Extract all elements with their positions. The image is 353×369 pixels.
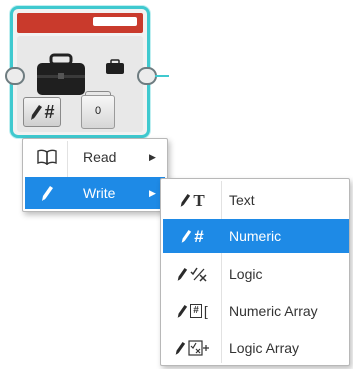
pencil-icon	[31, 105, 43, 120]
submenu-item-label: Logic	[229, 266, 263, 282]
menu-item-write[interactable]: Write ▶	[25, 177, 165, 209]
menu-item-label: Read	[83, 149, 117, 165]
submenu-arrow-icon: ▶	[149, 151, 156, 162]
block-header-stripe	[93, 17, 137, 26]
submenu-item-numeric[interactable]: # Numeric	[163, 219, 349, 253]
submenu-item-numeric-array[interactable]: # [ Numeric Array	[163, 294, 349, 328]
submenu-item-logic[interactable]: Logic	[163, 257, 349, 291]
submenu-item-label: Text	[229, 192, 255, 208]
menu-item-label: Write	[83, 185, 116, 201]
submenu-item-label: Numeric Array	[229, 303, 318, 319]
submenu-item-text[interactable]: T Text	[163, 183, 349, 217]
block-header-bar	[17, 13, 143, 33]
numeric-hash-icon: #	[163, 228, 221, 245]
text-T-icon: T	[163, 192, 221, 209]
write-submenu: T Text # Numeric Logic # [ Numeric Array	[160, 178, 350, 366]
mode-menu: Read ▶ Write ▶	[22, 138, 168, 212]
input-plug[interactable]	[5, 67, 25, 85]
submenu-item-label: Numeric	[229, 228, 282, 244]
numeric-array-icon: # [	[163, 303, 221, 319]
mode-selector-button[interactable]: #	[23, 97, 61, 127]
hash-icon: #	[44, 102, 55, 122]
briefcase-icon	[37, 53, 85, 95]
book-icon	[37, 149, 57, 165]
output-wire	[155, 75, 169, 77]
logic-array-icon	[163, 340, 221, 356]
briefcase-small-icon	[106, 59, 124, 74]
submenu-item-label: Logic Array	[229, 340, 300, 356]
logic-check-x-icon	[163, 266, 221, 282]
output-plug[interactable]	[137, 67, 157, 85]
pencil-icon	[42, 186, 53, 201]
submenu-item-logic-array[interactable]: Logic Array	[163, 331, 349, 365]
value-input-port[interactable]: 0	[81, 95, 115, 129]
file-access-block[interactable]: # 0	[5, 6, 169, 138]
menu-item-read[interactable]: Read ▶	[25, 141, 165, 173]
